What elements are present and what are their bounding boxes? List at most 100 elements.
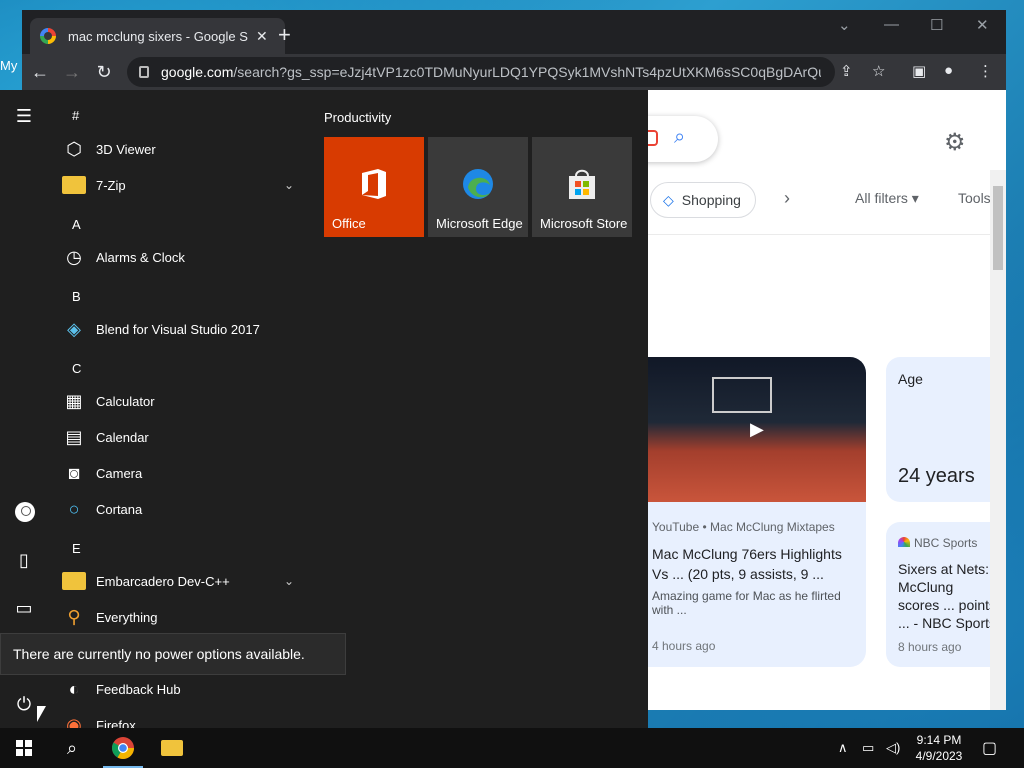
app-feedback-hub[interactable]: ◐ Feedback Hub	[62, 671, 302, 707]
tools-button[interactable]: Tools	[958, 190, 991, 206]
pictures-icon[interactable]: ▭	[14, 598, 34, 619]
nbc-peacock-icon	[898, 537, 910, 547]
scroll-thumb[interactable]	[993, 186, 1003, 270]
vertical-scrollbar[interactable]	[990, 170, 1006, 710]
reload-icon[interactable]: ↻	[88, 62, 120, 83]
edge-icon	[463, 169, 493, 199]
search-icon[interactable]: ⌕	[674, 126, 685, 149]
desktop-icon-label[interactable]: My	[0, 58, 22, 73]
news-source: NBC Sports	[898, 536, 977, 550]
tile-group-title[interactable]: Productivity	[324, 110, 391, 125]
side-panel-icon[interactable]: ▣	[912, 62, 926, 80]
feedback-icon: ◐	[68, 678, 80, 699]
video-source: YouTube • Mac McClung Mixtapes	[652, 520, 835, 534]
backboard-shape	[712, 377, 772, 413]
group-header-e[interactable]: E	[72, 541, 81, 556]
app-calendar[interactable]: ▤ Calendar	[62, 419, 302, 455]
tile-store[interactable]: Microsoft Store	[532, 137, 632, 237]
show-hidden-icons-chevron-icon[interactable]: ∧	[838, 728, 848, 768]
group-header-a[interactable]: A	[72, 217, 81, 232]
back-arrow-icon[interactable]: ←	[24, 62, 56, 83]
age-label: Age	[898, 371, 923, 387]
calendar-icon: ▤	[65, 426, 83, 447]
file-explorer-icon	[161, 740, 183, 756]
settings-gear-icon[interactable]: ⚙	[944, 128, 966, 157]
windows-logo-icon	[16, 740, 32, 756]
url-text[interactable]: google.com/search?gs_ssp=eJzj4tVP1zc0TDM…	[161, 64, 821, 80]
app-cortana[interactable]: ○ Cortana	[62, 491, 302, 527]
maximize-button[interactable]: ☐	[930, 16, 943, 34]
app-alarms-clock[interactable]: ◷ Alarms & Clock	[62, 239, 302, 275]
chevron-right-icon[interactable]: ›	[784, 188, 790, 209]
mouse-cursor	[37, 706, 46, 722]
app-embarcadero[interactable]: Embarcadero Dev-C++ ⌄	[62, 563, 302, 599]
store-bag-icon	[569, 169, 595, 199]
divider	[648, 234, 990, 235]
app-7-zip[interactable]: 7-Zip ⌄	[62, 167, 302, 203]
firefox-icon: ◉	[66, 714, 82, 729]
file-explorer-taskbar-button[interactable]	[148, 728, 196, 768]
age-card[interactable]: Age 24 years	[886, 357, 996, 502]
volume-icon[interactable]: ◁)	[886, 728, 900, 768]
tile-edge[interactable]: Microsoft Edge	[428, 137, 528, 237]
start-button[interactable]	[0, 728, 48, 768]
bookmark-star-icon[interactable]: ☆	[872, 62, 885, 80]
profile-icon[interactable]: ●	[944, 62, 953, 79]
magnifier-icon: ⚲	[67, 606, 81, 627]
alarm-clock-icon: ◷	[66, 246, 82, 267]
notifications-icon[interactable]: ▢	[982, 728, 997, 768]
play-icon[interactable]: ▶	[750, 419, 764, 440]
group-header-hash[interactable]: #	[72, 108, 79, 123]
group-header-c[interactable]: C	[72, 361, 81, 376]
close-tab-icon[interactable]: ✕	[256, 28, 268, 45]
folder-icon	[62, 173, 86, 197]
tab-search-icon[interactable]: ⌄	[838, 16, 851, 34]
office-icon	[362, 169, 386, 199]
app-firefox[interactable]: ◉ Firefox	[62, 707, 302, 729]
chrome-icon	[112, 737, 134, 759]
power-tooltip: There are currently no power options ava…	[0, 633, 346, 675]
taskbar-clock[interactable]: 9:14 PM 4/9/2023	[905, 732, 973, 764]
forward-arrow-icon[interactable]: →	[56, 62, 88, 83]
all-filters-button[interactable]: All filters ▾	[855, 190, 919, 207]
minimize-button[interactable]: —	[884, 16, 899, 33]
video-time: 4 hours ago	[652, 639, 716, 653]
news-title[interactable]: Sixers at Nets: McClung scores ... point…	[898, 560, 996, 632]
hamburger-menu-icon[interactable]: ☰	[14, 106, 34, 127]
address-bar[interactable]: google.com/search?gs_ssp=eJzj4tVP1zc0TDM…	[127, 57, 835, 87]
start-menu: ☰ ▯ ▭ ⏻ # ⬡ 3D Viewer 7-Zip ⌄ A ◷ Alarms & …	[0, 90, 648, 728]
news-time: 8 hours ago	[898, 640, 962, 654]
menu-dots-icon[interactable]: ⋮	[978, 62, 993, 80]
app-calculator[interactable]: ▦ Calculator	[62, 383, 302, 419]
user-avatar-icon[interactable]	[15, 502, 35, 522]
app-camera[interactable]: ◙ Camera	[62, 455, 302, 491]
tile-office[interactable]: Office	[324, 137, 424, 237]
chevron-down-icon[interactable]: ⌄	[284, 178, 294, 192]
power-icon[interactable]: ⏻	[14, 694, 34, 715]
browser-tab[interactable]: mac mcclung sixers - Google Search ✕	[30, 18, 285, 54]
shopping-filter-chip[interactable]: ◇ Shopping	[650, 182, 756, 218]
calculator-icon: ▦	[65, 390, 83, 411]
chrome-taskbar-button[interactable]	[99, 728, 147, 768]
network-icon[interactable]: ▭	[862, 728, 874, 768]
tag-icon: ◇	[663, 191, 674, 208]
age-value: 24 years	[898, 465, 975, 487]
group-header-b[interactable]: B	[72, 289, 81, 304]
lock-icon[interactable]	[139, 66, 149, 78]
search-taskbar-icon[interactable]: ⌕	[48, 728, 96, 768]
app-everything[interactable]: ⚲ Everything	[62, 599, 302, 635]
cortana-ring-icon: ○	[68, 498, 80, 519]
app-blend[interactable]: ◈ Blend for Visual Studio 2017	[62, 311, 302, 347]
close-window-button[interactable]: ✕	[976, 16, 989, 34]
taskbar: ⌕ ∧ ▭ ◁) 9:14 PM 4/9/2023 ▢	[0, 728, 1024, 768]
share-icon[interactable]: ⇪	[840, 62, 853, 80]
blend-icon: ◈	[67, 318, 81, 339]
new-tab-button[interactable]: +	[278, 22, 291, 48]
video-title[interactable]: Mac McClung 76ers Highlights Vs ... (20 …	[652, 544, 857, 584]
tab-title: mac mcclung sixers - Google Search	[68, 28, 248, 44]
app-3d-viewer[interactable]: ⬡ 3D Viewer	[62, 131, 302, 167]
cube-icon: ⬡	[66, 138, 82, 159]
chevron-down-icon[interactable]: ⌄	[284, 574, 294, 588]
documents-icon[interactable]: ▯	[14, 550, 34, 571]
news-card[interactable]: NBC Sports Sixers at Nets: McClung score…	[886, 522, 996, 667]
